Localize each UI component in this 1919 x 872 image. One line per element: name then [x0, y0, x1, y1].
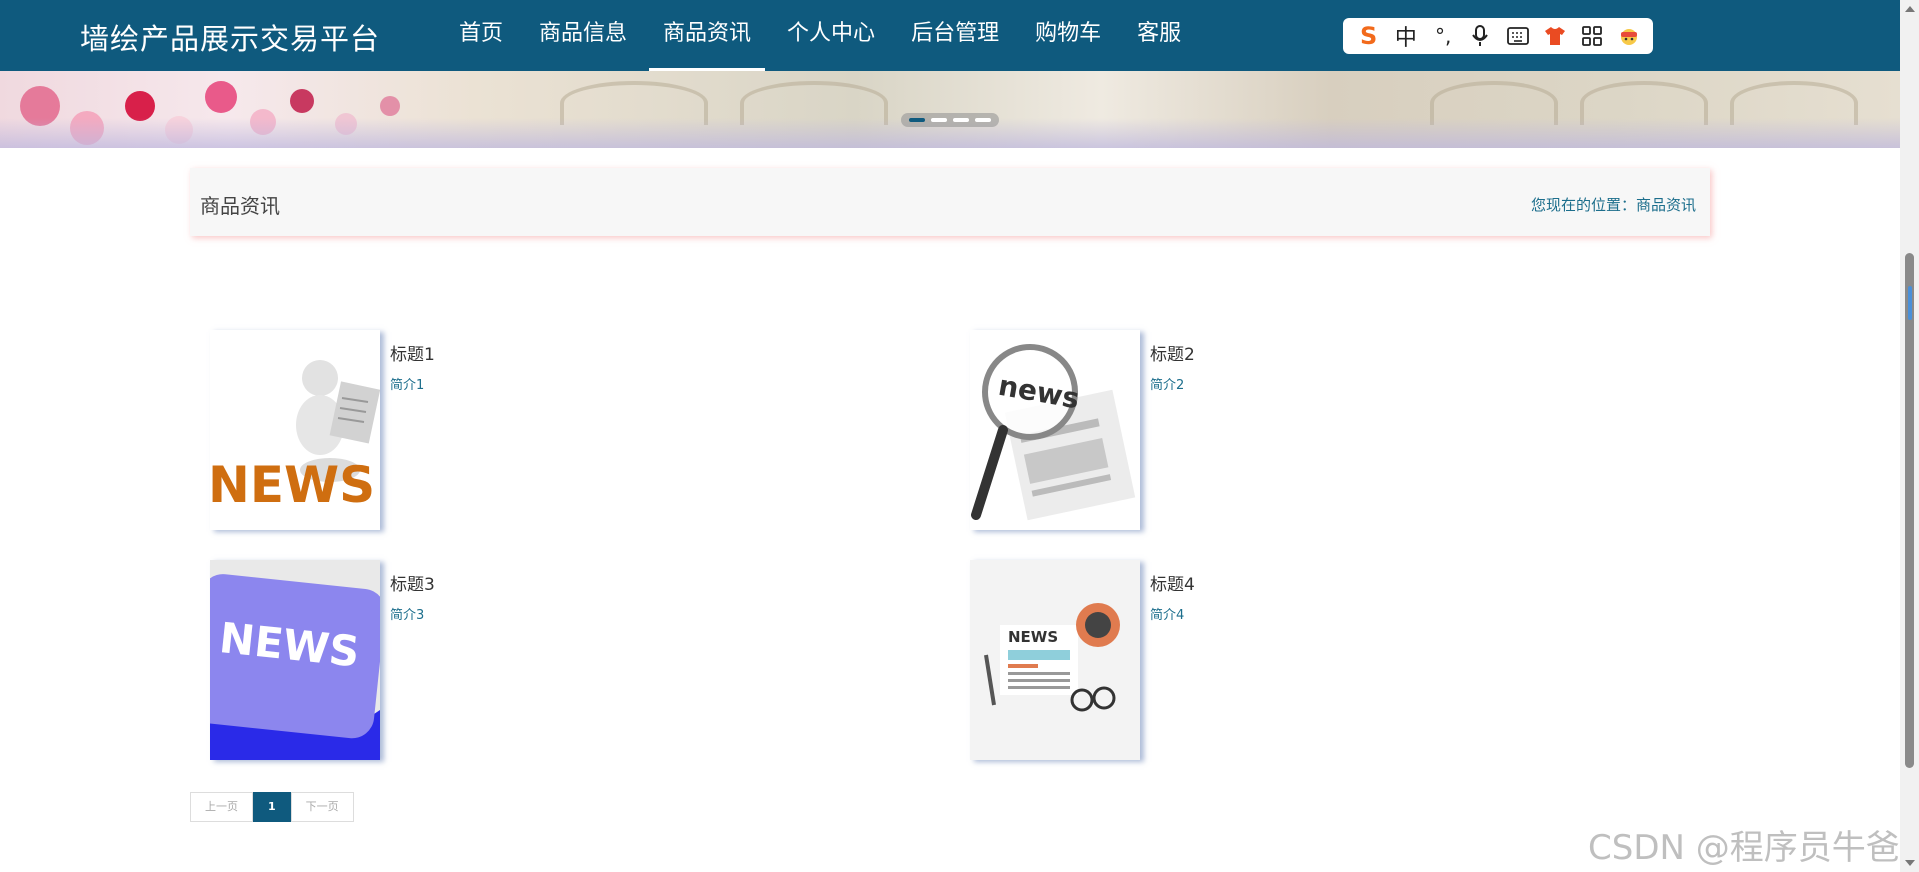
news-title[interactable]: 标题4: [1150, 570, 1195, 595]
ime-toolbar: S 中 °,: [1343, 18, 1653, 54]
breadcrumb: 您现在的位置：商品资讯: [1531, 194, 1696, 215]
ime-punct-toggle[interactable]: °,: [1430, 22, 1457, 50]
svg-text:NEWS: NEWS: [1008, 628, 1058, 646]
sogou-logo-icon[interactable]: S: [1355, 22, 1382, 50]
vertical-scrollbar[interactable]: [1900, 0, 1919, 872]
face-icon[interactable]: [1616, 22, 1643, 50]
microphone-icon[interactable]: [1467, 22, 1494, 50]
section-title-bar: 商品资讯 您现在的位置：商品资讯: [190, 168, 1710, 236]
scroll-up-arrow-icon[interactable]: [1905, 6, 1915, 12]
carousel-dot[interactable]: [909, 118, 925, 122]
breadcrumb-current[interactable]: 商品资讯: [1636, 196, 1696, 214]
page-title: 商品资讯: [200, 194, 280, 218]
news-item[interactable]: NEWS 标题1 简介1: [210, 330, 910, 530]
carousel-indicators: [901, 113, 999, 127]
news-intro: 简介3: [390, 608, 425, 623]
news-keyboard-key-image[interactable]: NEWS: [210, 560, 380, 760]
page-number-button[interactable]: 1: [253, 792, 291, 822]
news-item[interactable]: NEWS 标题4 简介4: [970, 560, 1670, 760]
main-nav: 首页 商品信息 商品资讯 个人中心 后台管理 购物车 客服: [445, 0, 1203, 71]
scrollbar-thumb[interactable]: [1905, 253, 1914, 768]
news-item[interactable]: news 标题2 简介2: [970, 330, 1670, 530]
svg-text:NEWS: NEWS: [210, 456, 375, 514]
banner-carousel[interactable]: [0, 71, 1900, 148]
nav-item-product-news[interactable]: 商品资讯: [649, 0, 766, 71]
carousel-dot[interactable]: [953, 118, 969, 122]
news-title[interactable]: 标题1: [390, 340, 435, 365]
news-magnifier-image[interactable]: news: [970, 330, 1140, 530]
pagination: 上一页 1 下一页: [190, 792, 354, 822]
nav-item-cart[interactable]: 购物车: [1021, 0, 1115, 71]
top-header: 墙绘产品展示交易平台 首页 商品信息 商品资讯 个人中心 后台管理 购物车 客服…: [0, 0, 1900, 71]
watermark: CSDN @程序员牛爸: [1588, 828, 1900, 868]
carousel-dot[interactable]: [931, 118, 947, 122]
ime-mode-toggle[interactable]: 中: [1392, 22, 1419, 51]
scroll-position-marker: [1908, 286, 1912, 320]
nav-item-products[interactable]: 商品信息: [525, 0, 641, 71]
shirt-icon[interactable]: [1541, 22, 1568, 50]
grid-icon[interactable]: [1579, 22, 1606, 50]
news-flat-desk-image[interactable]: NEWS: [970, 560, 1140, 760]
nav-item-admin[interactable]: 后台管理: [897, 0, 1013, 71]
prev-page-button[interactable]: 上一页: [190, 792, 253, 822]
breadcrumb-label: 您现在的位置：: [1530, 196, 1636, 214]
news-item[interactable]: NEWS 标题3 简介3: [210, 560, 910, 760]
nav-item-personal-center[interactable]: 个人中心: [773, 0, 889, 71]
nav-item-customer-service[interactable]: 客服: [1123, 0, 1195, 71]
keyboard-icon[interactable]: [1504, 22, 1531, 50]
carousel-dot[interactable]: [975, 118, 991, 122]
news-intro: 简介1: [390, 378, 425, 393]
news-intro: 简介2: [1150, 378, 1185, 393]
nav-item-home[interactable]: 首页: [445, 0, 517, 71]
news-intro: 简介4: [1150, 608, 1185, 623]
site-logo[interactable]: 墙绘产品展示交易平台: [80, 16, 380, 58]
news-title[interactable]: 标题3: [390, 570, 435, 595]
next-page-button[interactable]: 下一页: [290, 792, 354, 822]
news-man-reading-image[interactable]: NEWS: [210, 330, 380, 530]
scroll-down-arrow-icon[interactable]: [1905, 860, 1915, 866]
news-title[interactable]: 标题2: [1150, 340, 1195, 365]
